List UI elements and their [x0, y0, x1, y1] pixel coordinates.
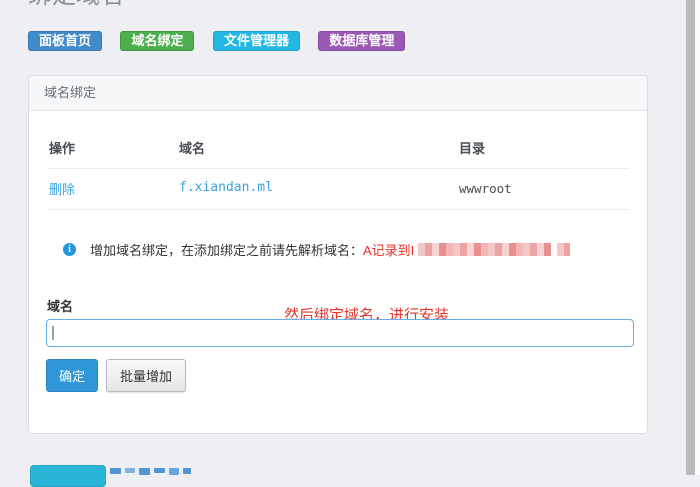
page-title: 绑定域名 [28, 0, 124, 9]
confirm-button[interactable]: 确定 [46, 359, 98, 392]
info-highlight: A记录到I [363, 240, 414, 259]
domain-input[interactable] [46, 319, 634, 347]
scrollbar-thumb[interactable] [686, 0, 695, 475]
text-caret [52, 326, 54, 340]
column-header-action: 操作 [49, 138, 75, 157]
info-icon: i [63, 243, 76, 256]
text-fragment [125, 468, 135, 473]
table-row-divider [47, 209, 629, 210]
top-nav: 面板首页 域名绑定 文件管理器 数据库管理 [28, 31, 419, 51]
text-fragment [154, 468, 165, 473]
domain-binding-panel: 域名绑定 操作 域名 目录 删除 f.xiandan.ml wwwroot i … [28, 75, 648, 434]
text-fragment [183, 468, 191, 474]
text-fragment [139, 468, 150, 475]
redacted-ip-blur-tail [557, 243, 570, 256]
column-header-directory: 目录 [459, 138, 485, 157]
scrollbar-track [695, 0, 700, 475]
directory-cell: wwwroot [459, 181, 512, 196]
nav-button-database-manager[interactable]: 数据库管理 [318, 31, 405, 51]
info-line: i 增加域名绑定，在添加绑定之前请先解析域名： A记录到I [63, 240, 570, 259]
batch-add-button[interactable]: 批量增加 [106, 359, 186, 392]
redacted-ip-blur [418, 243, 551, 256]
delete-link[interactable]: 删除 [49, 179, 75, 198]
domain-link[interactable]: f.xiandan.ml [179, 180, 273, 195]
text-fragment [169, 468, 179, 475]
column-header-domain: 域名 [179, 138, 205, 157]
domain-field-label: 域名 [47, 296, 73, 315]
clipped-bottom-button[interactable] [30, 465, 106, 487]
table-header-divider [47, 168, 629, 169]
text-fragment [110, 468, 121, 474]
clipped-bottom-text [110, 468, 191, 475]
nav-button-panel-home[interactable]: 面板首页 [28, 31, 102, 51]
info-text: 增加域名绑定，在添加绑定之前请先解析域名： [90, 240, 363, 259]
panel-heading: 域名绑定 [29, 76, 647, 111]
nav-button-domain-binding[interactable]: 域名绑定 [120, 31, 194, 51]
nav-button-file-manager[interactable]: 文件管理器 [213, 31, 300, 51]
